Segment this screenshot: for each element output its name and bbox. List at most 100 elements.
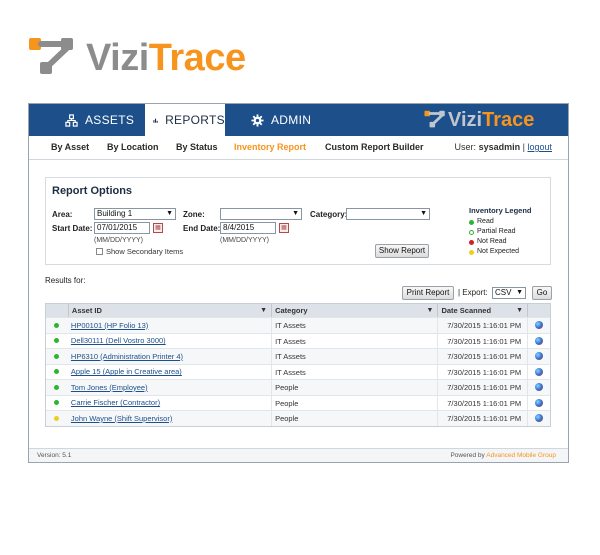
area-label: Area: [52, 210, 73, 219]
globe-icon[interactable] [535, 352, 544, 361]
status-dot-icon [54, 322, 60, 328]
inventory-legend: Inventory Legend Read Partial Read Not R… [469, 206, 549, 257]
column-header-date-scanned[interactable]: Date Scanned ▼ [437, 304, 527, 317]
status-dot-icon [54, 400, 60, 406]
export-bar: Print Report | Export: CSV ▼ Go [402, 286, 552, 300]
status-dot-icon [54, 369, 60, 375]
tab-admin[interactable]: ADMIN [225, 104, 315, 136]
globe-icon[interactable] [535, 367, 544, 376]
legend-label: Partial Read [477, 228, 516, 235]
category-cell: IT Assets [271, 364, 437, 379]
show-secondary-checkbox[interactable] [96, 248, 103, 255]
date-scanned-cell: 7/30/2015 1:16:01 PM [437, 380, 527, 395]
network-icon [65, 113, 78, 127]
legend-item-partial-read: Partial Read [469, 227, 549, 237]
chevron-down-icon: ▼ [516, 289, 523, 296]
tab-assets[interactable]: ASSETS [29, 104, 145, 136]
status-cell [46, 369, 68, 375]
app-logo: ViziTrace [424, 108, 560, 132]
print-report-button[interactable]: Print Report [402, 286, 454, 300]
logo-wordmark: ViziTrace [86, 37, 246, 79]
category-cell: People [271, 380, 437, 395]
asset-link[interactable]: John Wayne (Shift Supervisor) [71, 414, 172, 423]
subnav-by-location[interactable]: By Location [107, 142, 159, 152]
export-format-select[interactable]: CSV ▼ [492, 287, 526, 299]
status-cell [46, 338, 68, 344]
date-scanned-cell: 7/30/2015 1:16:01 PM [437, 333, 527, 348]
globe-icon[interactable] [535, 383, 544, 392]
table-body: HP00101 (HP Folio 13) IT Assets 7/30/2015 … [46, 317, 550, 426]
app-window: ASSETS REPORTS ADMIN ViziTrace By Asset … [28, 103, 569, 463]
globe-icon[interactable] [535, 321, 544, 330]
asset-id-cell: HP6310 (Administration Printer 4) [68, 352, 271, 361]
asset-link[interactable]: HP00101 (HP Folio 13) [71, 321, 148, 330]
area-select[interactable]: Building 1 ▼ [94, 208, 176, 220]
asset-id-cell: HP00101 (HP Folio 13) [68, 321, 271, 330]
app-logo-wordmark: ViziTrace [448, 109, 535, 131]
results-for-label: Results for: [45, 276, 86, 285]
column-header-category[interactable]: Category ▼ [271, 304, 437, 317]
subnav-inventory-report[interactable]: Inventory Report [234, 142, 306, 152]
map-cell [527, 411, 550, 426]
footer: Version: 5.1 Powered by Advanced Mobile … [29, 448, 568, 462]
tab-reports[interactable]: REPORTS [145, 104, 225, 136]
map-cell [527, 364, 550, 379]
asset-link[interactable]: Carrie Fischer (Contractor) [71, 398, 160, 407]
globe-icon[interactable] [535, 414, 544, 423]
status-cell [46, 400, 68, 406]
status-dot-icon [469, 249, 474, 255]
asset-id-cell: Carrie Fischer (Contractor) [68, 398, 271, 407]
status-cell [46, 415, 68, 421]
subnav-custom-report-builder[interactable]: Custom Report Builder [325, 142, 424, 152]
go-button[interactable]: Go [532, 286, 552, 300]
end-date-label: End Date: [183, 224, 221, 233]
status-cell [46, 353, 68, 359]
export-label: | Export: [458, 288, 488, 297]
version-label: Version: 5.1 [37, 452, 72, 459]
status-dot-icon [469, 229, 474, 235]
map-cell [527, 333, 550, 348]
zone-select[interactable]: ▼ [220, 208, 302, 220]
table-row: Carrie Fischer (Contractor) People 7/30/20… [46, 394, 550, 410]
category-select[interactable]: ▼ [346, 208, 430, 220]
status-dot-icon [54, 384, 60, 390]
column-header-label: Date Scanned [441, 306, 492, 315]
status-dot-icon [469, 219, 474, 225]
column-header-asset-id[interactable]: Asset ID ▼ [67, 304, 271, 317]
tab-assets-label: ASSETS [85, 113, 135, 127]
table-row: HP6310 (Administration Printer 4) IT Asse… [46, 348, 550, 364]
subnav-by-status[interactable]: By Status [176, 142, 218, 152]
start-date-label: Start Date: [52, 224, 93, 233]
asset-link[interactable]: Tom Jones (Employee) [71, 383, 148, 392]
sort-icon[interactable]: ▼ [427, 304, 434, 317]
globe-icon[interactable] [535, 336, 544, 345]
tab-reports-label: REPORTS [165, 113, 225, 127]
chevron-down-icon: ▼ [166, 210, 173, 217]
subnav-by-asset[interactable]: By Asset [51, 142, 89, 152]
bar-chart-icon [153, 118, 158, 123]
company-link[interactable]: Advanced Mobile Group [486, 452, 556, 459]
asset-id-cell: Tom Jones (Employee) [68, 383, 271, 392]
legend-title: Inventory Legend [469, 206, 532, 215]
start-date-format-hint: (MM/DD/YYYY) [94, 237, 143, 244]
date-scanned-cell: 7/30/2015 1:16:01 PM [437, 395, 527, 410]
asset-link[interactable]: Apple 15 (Apple in Creative area) [71, 367, 182, 376]
start-date-input[interactable]: 07/01/2015 [94, 222, 150, 234]
end-date-input[interactable]: 8/4/2015 [220, 222, 276, 234]
end-date-format-hint: (MM/DD/YYYY) [220, 237, 269, 244]
sort-icon[interactable]: ▼ [516, 304, 523, 317]
asset-link[interactable]: HP6310 (Administration Printer 4) [71, 352, 183, 361]
date-scanned-cell: 7/30/2015 1:16:01 PM [437, 364, 527, 379]
results-table: Asset ID ▼ Category ▼ Date Scanned ▼ HP0… [45, 303, 551, 427]
globe-icon[interactable] [535, 398, 544, 407]
show-report-button[interactable]: Show Report [375, 244, 429, 258]
calendar-icon[interactable]: ▦ [153, 223, 163, 233]
chevron-down-icon: ▼ [420, 210, 427, 217]
category-cell: IT Assets [271, 318, 437, 333]
sort-icon[interactable]: ▼ [260, 304, 267, 317]
export-format-value: CSV [495, 288, 512, 297]
asset-link[interactable]: Dell30111 (Dell Vostro 3000) [71, 336, 166, 345]
user-name: sysadmin [478, 142, 521, 152]
logout-link[interactable]: logout [527, 142, 552, 152]
calendar-icon[interactable]: ▦ [279, 223, 289, 233]
